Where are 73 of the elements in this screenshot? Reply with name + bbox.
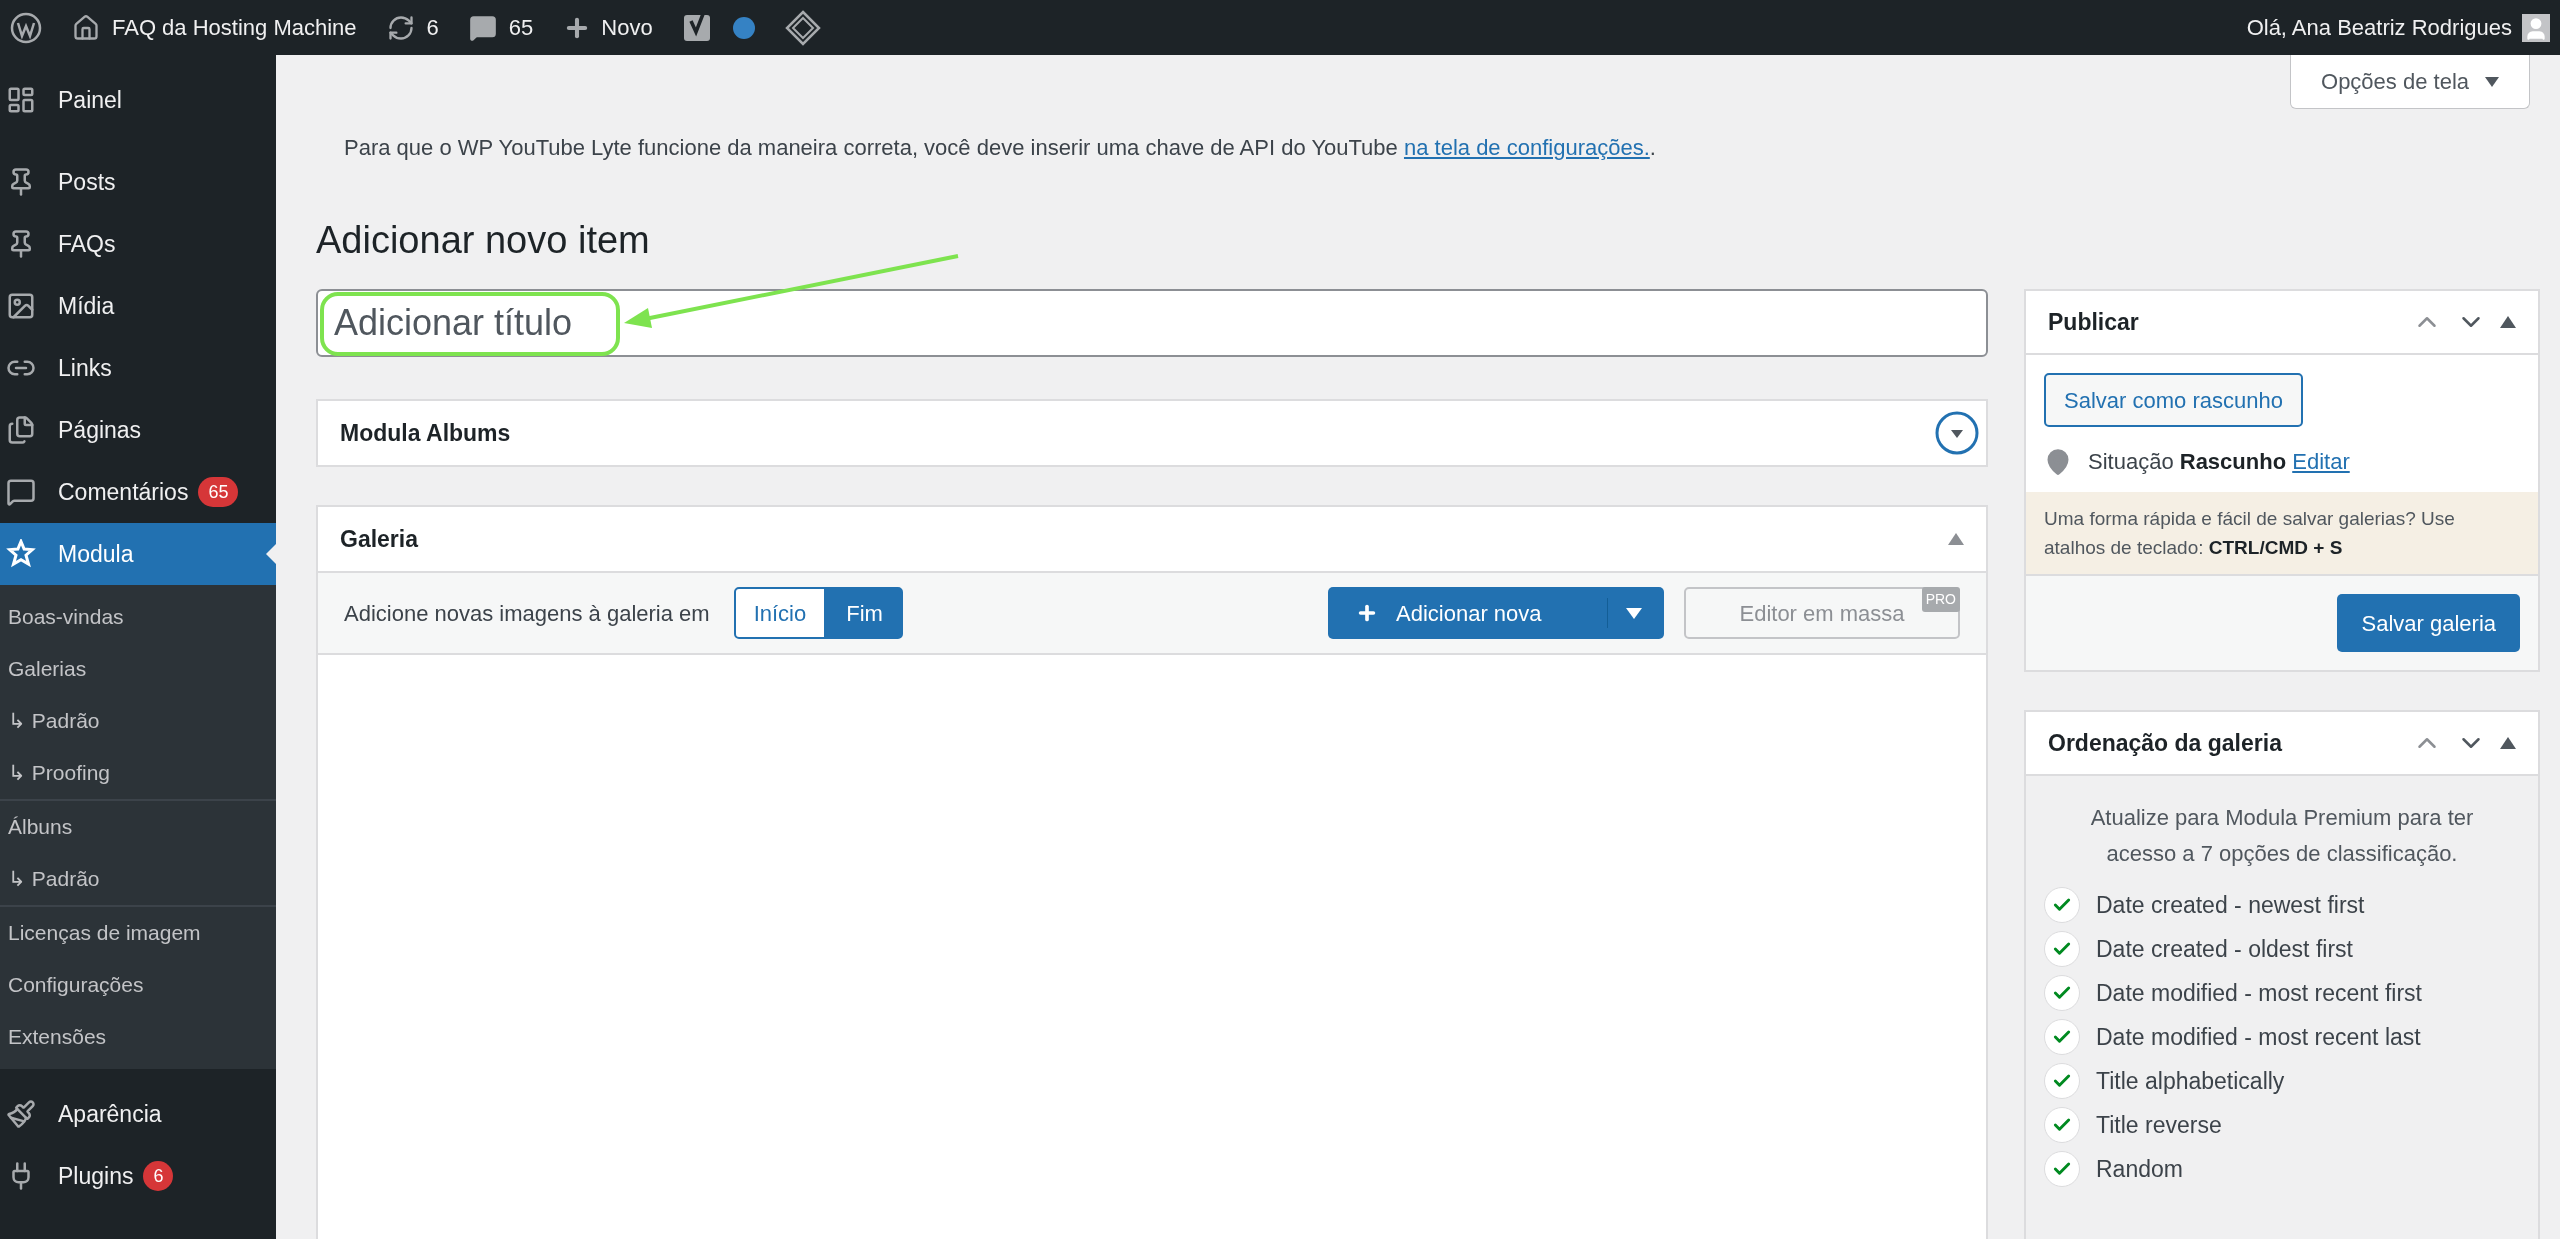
sort-option: Title alphabetically — [2096, 1063, 2285, 1099]
dashboard-icon — [6, 85, 36, 115]
caret-icon — [1626, 607, 1642, 619]
greeting-text[interactable]: Olá, Ana Beatriz Rodrigues — [2246, 11, 2512, 44]
submenu-item[interactable]: Extensões — [0, 1011, 276, 1063]
sidebar-item[interactable]: Links — [0, 337, 276, 399]
submenu-item[interactable]: ↳ Proofing — [0, 747, 276, 799]
count-badge: 65 — [198, 477, 239, 507]
panel-title: Ordenação da galeria — [2048, 728, 2282, 758]
tip-text: Uma forma rápida e fácil de salvar galerias? Use atalhos de teclado: CTRL/CMD + S — [2026, 492, 2538, 574]
upgrade-text: Atualize para Modula Premium para ter acesso a 7 opções de classificação. — [2089, 804, 2475, 868]
title-field[interactable]: Adicionar título — [316, 289, 1988, 357]
star-icon — [6, 539, 36, 569]
site-name-link[interactable]: FAQ da Hosting Machine — [72, 11, 357, 44]
sidebar-item[interactable]: Páginas — [0, 399, 276, 461]
submenu-item[interactable]: Galerias — [0, 643, 276, 695]
save-draft-button[interactable]: Salvar como rascunho — [2044, 373, 2303, 427]
avatar-icon[interactable] — [2522, 13, 2550, 42]
media-icon — [6, 291, 36, 321]
sidebar-item[interactable]: Posts — [0, 151, 276, 213]
screen-options-button[interactable]: Opções de tela — [2290, 55, 2530, 109]
pages-icon — [6, 415, 36, 445]
panel-title: Modula Albums — [340, 418, 511, 448]
count-badge: 6 — [143, 1161, 174, 1191]
sidebar-item[interactable]: Plugins 6 — [0, 1145, 276, 1207]
save-gallery-button[interactable]: Salvar galeria — [2337, 594, 2520, 652]
sidebar-item[interactable]: Painel — [0, 69, 276, 131]
sort-option: Random — [2096, 1151, 2183, 1187]
sidebar-item[interactable]: Comentários 65 — [0, 461, 276, 523]
sort-option: Date modified - most recent first — [2096, 975, 2422, 1011]
diamond-icon[interactable] — [784, 9, 821, 46]
submenu-item[interactable]: Boas-vindas — [0, 591, 276, 643]
page-heading: Adicionar novo item — [316, 218, 651, 263]
refresh-icon — [386, 13, 415, 42]
comment-icon — [468, 13, 497, 42]
toggle-icon[interactable] — [1934, 410, 1980, 456]
submenu-item[interactable]: Licenças de imagem — [0, 907, 276, 959]
submenu-item[interactable]: Configurações — [0, 959, 276, 1011]
settings-link[interactable]: na tela de configurações. — [1403, 135, 1650, 160]
collapse-icon[interactable] — [2500, 316, 2516, 328]
updates-link[interactable]: 6 — [386, 11, 439, 44]
submenu-item[interactable]: Álbuns — [0, 801, 276, 853]
comment-icon — [6, 477, 36, 507]
wordpress-logo-icon[interactable] — [10, 11, 42, 44]
collapse-icon[interactable] — [2500, 737, 2516, 749]
toolbar-label: Adicione novas imagens à galeria em — [344, 599, 710, 628]
sort-option: Date created - oldest first — [2096, 931, 2353, 967]
sort-option: Date created - newest first — [2096, 887, 2365, 923]
brush-icon — [6, 1099, 36, 1129]
add-new-button[interactable]: Adicionar nova — [1328, 587, 1664, 639]
sidebar-item[interactable]: Mídia — [0, 275, 276, 337]
sidebar-item[interactable]: Aparência — [0, 1083, 276, 1145]
sort-option: Title reverse — [2096, 1107, 2222, 1143]
home-icon — [72, 13, 100, 42]
submenu-item[interactable]: ↳ Padrão — [0, 853, 276, 905]
submenu-item[interactable]: ↳ Padrão — [0, 695, 276, 747]
edit-link[interactable]: Editar — [2292, 449, 2350, 474]
notice-text: Para que o WP YouTube Lyte funcione da maneira correta, você deve inserir uma chave de API do YouTube na tela de configurações.. — [343, 134, 1657, 162]
sidebar-item[interactable]: Modula — [0, 523, 276, 585]
collapse-icon[interactable] — [1948, 533, 1964, 545]
panel-title: Publicar — [2048, 307, 2139, 337]
position-toggle[interactable]: Início — [733, 587, 827, 639]
sidebar-item[interactable]: FAQs — [0, 213, 276, 275]
status-text: Situação Rascunho Editar — [2088, 448, 2350, 476]
plus-icon — [1356, 602, 1378, 624]
panel-title: Galeria — [340, 524, 418, 554]
comments-link[interactable]: 65 — [468, 11, 534, 44]
position-toggle[interactable]: Fim — [826, 587, 903, 639]
current-arrow-icon — [266, 544, 276, 564]
sort-option: Date modified - most recent last — [2096, 1019, 2421, 1055]
caret-icon — [2485, 76, 2499, 87]
pro-badge: PRO — [1921, 587, 1960, 612]
new-link[interactable]: Novo — [563, 11, 653, 44]
